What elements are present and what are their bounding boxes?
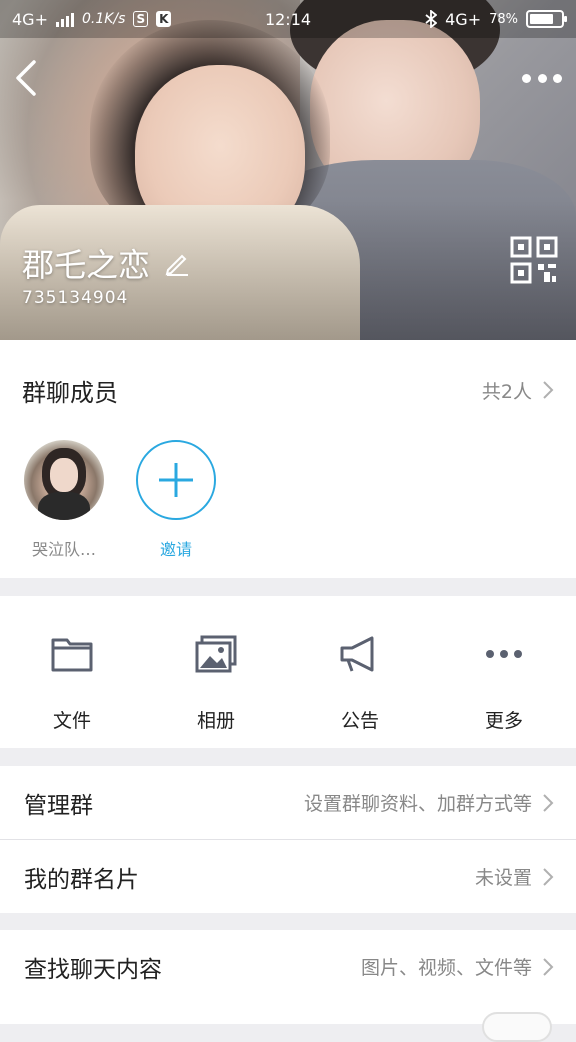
app-badge-s-icon: S (133, 11, 149, 27)
toggle-switch[interactable] (482, 1012, 552, 1042)
my-group-card-title: 我的群名片 (24, 866, 139, 893)
chevron-right-icon (543, 867, 554, 886)
battery-icon (526, 10, 567, 28)
chevron-right-icon (543, 793, 554, 812)
action-album[interactable]: 相册 (144, 596, 288, 748)
qr-code-icon[interactable] (510, 236, 558, 284)
search-chat-title: 查找聊天内容 (24, 956, 162, 983)
action-label: 更多 (484, 710, 523, 732)
battery-percent: 78% (489, 11, 518, 27)
search-chat-row[interactable]: 查找聊天内容 图片、视频、文件等 (0, 930, 576, 1003)
member-item[interactable]: 哭泣队… (24, 440, 104, 560)
action-files[interactable]: 文件 (0, 596, 144, 748)
status-bar: 4G+ 0.1K/s S K 12:14 4G+ 78% (0, 0, 576, 38)
signal-icon (55, 11, 74, 27)
album-icon (195, 635, 237, 673)
folder-icon (51, 638, 93, 672)
manage-group-meta: 设置群聊资料、加群方式等 (304, 789, 554, 816)
member-list: 哭泣队… 邀请 (0, 440, 576, 560)
group-name: 郡乇之恋 (22, 240, 190, 286)
back-icon[interactable] (12, 58, 40, 98)
my-group-card-value: 未设置 (474, 867, 532, 889)
network-speed: 0.1K/s (81, 11, 126, 27)
members-count: 共2人 (482, 377, 554, 404)
my-group-card-meta: 未设置 (475, 863, 554, 890)
manage-group-title: 管理群 (24, 792, 93, 819)
megaphone-icon (340, 636, 374, 672)
action-label: 文件 (52, 710, 91, 732)
network-type-right: 4G+ (445, 9, 482, 29)
more-icon[interactable] (522, 64, 562, 92)
battery-fill (530, 14, 554, 24)
more-dots-icon (486, 650, 522, 658)
network-type-left: 4G+ (12, 9, 48, 29)
app-badge-k-icon: K (156, 11, 172, 27)
search-chat-meta: 图片、视频、文件等 (361, 953, 554, 980)
chevron-right-icon (543, 381, 554, 399)
my-group-card-row[interactable]: 我的群名片 未设置 (0, 840, 576, 913)
avatar (24, 440, 104, 520)
members-section: 群聊成员 共2人 哭泣队… 邀请 (0, 340, 576, 578)
manage-group-hint: 设置群聊资料、加群方式等 (303, 793, 532, 815)
members-header[interactable]: 群聊成员 共2人 (0, 340, 576, 440)
manage-group-row[interactable]: 管理群 设置群聊资料、加群方式等 (0, 766, 576, 839)
edit-icon[interactable] (164, 250, 190, 276)
chevron-right-icon (543, 957, 554, 976)
group-header: 4G+ 0.1K/s S K 12:14 4G+ 78% 郡乇之恋 735134… (0, 0, 576, 340)
quick-actions: 文件 相册 公告 更多 (0, 596, 576, 748)
invite-label: 邀请 (159, 540, 192, 559)
action-announcement[interactable]: 公告 (288, 596, 432, 748)
search-chat-hint: 图片、视频、文件等 (360, 957, 532, 979)
settings-group: 管理群 设置群聊资料、加群方式等 我的群名片 未设置 (0, 766, 576, 913)
action-more[interactable]: 更多 (432, 596, 576, 748)
action-label: 公告 (340, 710, 379, 732)
invite-button[interactable]: 邀请 (136, 440, 216, 560)
member-name: 哭泣队… (31, 540, 96, 559)
bluetooth-icon (425, 10, 438, 28)
group-id: 735134904 (22, 288, 129, 308)
plus-icon (136, 440, 216, 520)
search-group: 查找聊天内容 图片、视频、文件等 (0, 930, 576, 1042)
members-count-text: 共2人 (481, 380, 532, 403)
members-title: 群聊成员 (22, 378, 118, 407)
action-label: 相册 (196, 710, 235, 732)
group-name-text: 郡乇之恋 (22, 246, 151, 284)
